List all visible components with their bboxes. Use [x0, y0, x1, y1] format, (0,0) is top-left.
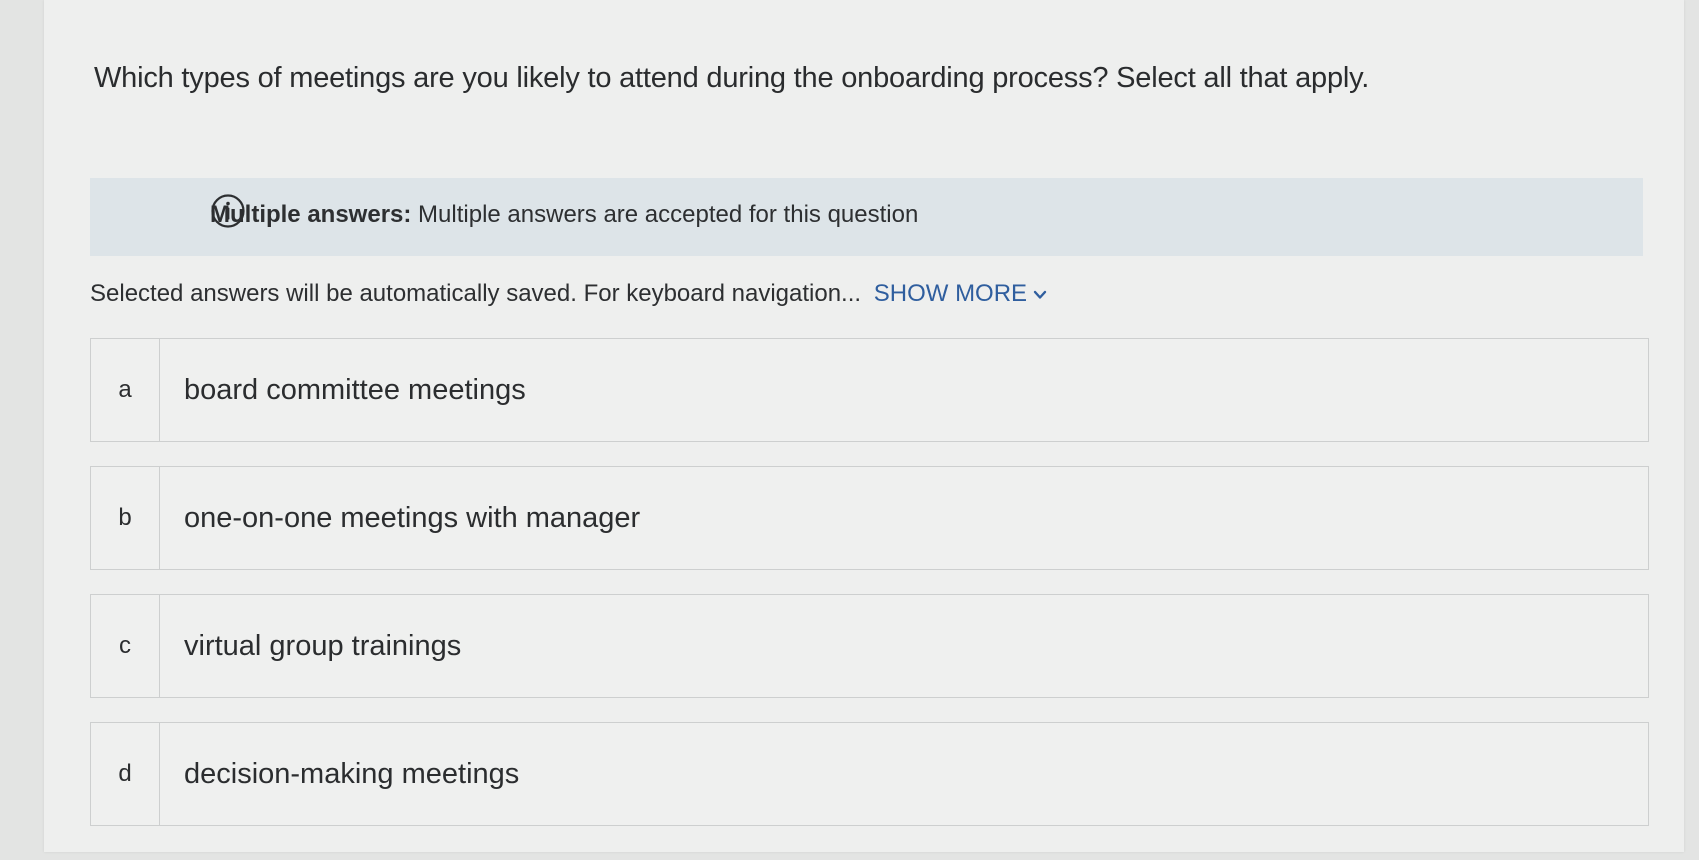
answer-option-a[interactable]: a board committee meetings	[90, 338, 1649, 442]
show-more-label: SHOW MORE	[873, 280, 1028, 307]
option-letter: b	[91, 467, 160, 569]
question-page: Which types of meetings are you likely t…	[44, 0, 1684, 852]
save-note-text: Selected answers will be automatically s…	[90, 280, 862, 307]
option-text: virtual group trainings	[184, 629, 462, 662]
answer-option-b[interactable]: b one-on-one meetings with manager	[90, 466, 1649, 570]
option-letter: c	[91, 595, 160, 697]
info-banner: Multiple answers: Multiple answers are a…	[90, 178, 1643, 256]
answer-option-d[interactable]: d decision-making meetings	[90, 722, 1649, 826]
save-note: Selected answers will be automatically s…	[90, 280, 1047, 308]
info-banner-message: Multiple answers are accepted for this q…	[418, 201, 919, 228]
option-text: board committee meetings	[184, 373, 526, 406]
answer-option-c[interactable]: c virtual group trainings	[90, 594, 1649, 698]
info-banner-text: Multiple answers: Multiple answers are a…	[210, 201, 918, 229]
question-text: Which types of meetings are you likely t…	[94, 62, 1370, 94]
option-text: decision-making meetings	[184, 757, 520, 790]
info-banner-label: Multiple answers:	[210, 201, 412, 228]
chevron-down-icon	[1033, 290, 1047, 299]
option-letter: d	[91, 723, 160, 825]
show-more-link[interactable]: SHOW MORE	[874, 280, 1047, 307]
option-text: one-on-one meetings with manager	[184, 501, 641, 534]
answer-options: a board committee meetings b one-on-one …	[90, 338, 1649, 850]
option-letter: a	[91, 339, 160, 441]
